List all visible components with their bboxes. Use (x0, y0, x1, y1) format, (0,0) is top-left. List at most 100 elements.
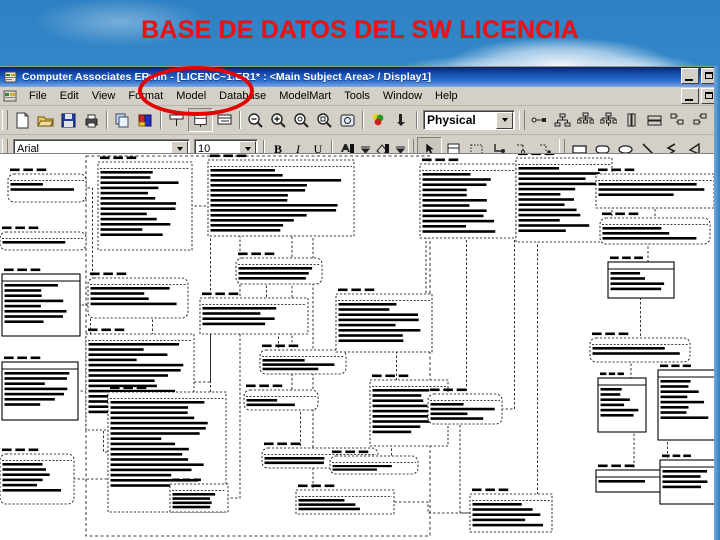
toolbar-grip[interactable] (2, 110, 8, 130)
attribute-microtext (100, 223, 171, 226)
entity-name-microtext (88, 328, 125, 332)
menu-item-tools[interactable]: Tools (338, 89, 377, 104)
drill-down-icon[interactable] (390, 109, 413, 131)
copy-icon[interactable] (111, 109, 134, 131)
diagram-canvas[interactable] (0, 153, 720, 540)
attribute-microtext (88, 348, 144, 351)
entity-name-microtext (100, 156, 137, 160)
erwin-application-window: Computer Associates ERwin - [LICENC~1.ER… (0, 66, 720, 540)
attribute-microtext (422, 193, 467, 197)
entity-name-microtext (246, 384, 283, 388)
menu-item-file[interactable]: File (23, 89, 54, 104)
menu-item-edit[interactable]: Edit (54, 89, 86, 104)
attribute-microtext (88, 369, 181, 372)
attribute-microtext (332, 465, 392, 468)
entity-name-microtext (262, 344, 299, 348)
zoom-selection-icon[interactable] (313, 109, 336, 131)
entity-name-microtext (598, 464, 635, 468)
align-vertical-icon[interactable] (620, 109, 643, 131)
toolbar-separator (160, 111, 162, 129)
zoom-actual-icon[interactable] (290, 109, 313, 131)
toolbar-separator (106, 111, 108, 129)
menu-item-view[interactable]: View (86, 89, 123, 104)
attribute-microtext (372, 394, 422, 397)
attribute-microtext (100, 207, 176, 210)
distribute-horizontal-icon[interactable] (689, 109, 712, 131)
diagram-entity (199, 292, 309, 335)
document-minimize-button[interactable] (681, 88, 699, 104)
distribute-vertical-icon[interactable] (666, 109, 689, 131)
color-palette-icon[interactable] (367, 109, 390, 131)
attribute-microtext (472, 503, 522, 506)
entity-name-microtext (110, 386, 147, 390)
attribute-microtext (298, 503, 356, 506)
attribute-microtext (602, 237, 697, 240)
attribute-microtext (592, 347, 665, 350)
attribute-microtext (372, 430, 412, 434)
page-title: BASE DE DATOS DEL SW LICENCIA (141, 16, 579, 44)
attribute-microtext (472, 518, 526, 522)
zoom-in-icon[interactable] (267, 109, 290, 131)
align-horizontal-icon[interactable] (643, 109, 666, 131)
attribute-microtext (210, 204, 338, 207)
model-mode-select[interactable]: Physical (423, 110, 515, 130)
entity-name-microtext (472, 488, 509, 492)
attribute-microtext (100, 217, 157, 221)
attribute-microtext (422, 173, 471, 176)
er-diagram (0, 154, 720, 537)
attribute-microtext (518, 224, 590, 227)
attribute-microtext (100, 171, 153, 174)
diagram-entity (469, 488, 553, 533)
attribute-microtext (338, 308, 390, 311)
network-layout-icon[interactable] (597, 109, 620, 131)
attribute-level-icon[interactable] (188, 108, 213, 132)
attribute-microtext (210, 219, 294, 222)
open-folder-icon[interactable] (34, 109, 57, 131)
diagram-entity (0, 226, 87, 251)
attribute-microtext (660, 395, 688, 399)
menu-item-help[interactable]: Help (429, 89, 465, 104)
attribute-microtext (172, 497, 211, 500)
menu-item-format[interactable]: Format (122, 89, 170, 104)
attribute-microtext (4, 310, 67, 313)
menu-item-window[interactable]: Window (377, 89, 429, 104)
relationship-identifying-icon[interactable] (528, 109, 551, 131)
hierarchy-layout-icon[interactable] (551, 109, 574, 131)
zoom-out-icon[interactable] (244, 109, 267, 131)
entity-level-icon[interactable] (165, 109, 188, 131)
zoom-fit-icon[interactable] (336, 109, 359, 131)
slide-canvas: BASE DE DATOS DEL SW LICENCIA Computer A… (0, 0, 720, 540)
new-document-icon[interactable] (11, 109, 34, 131)
entity-name-microtext (660, 364, 691, 368)
attribute-microtext (338, 318, 419, 322)
paste-icon[interactable] (134, 109, 157, 131)
attribute-microtext (430, 412, 468, 416)
vertical-scroll-strip[interactable] (714, 66, 720, 540)
diagram-entity (235, 252, 323, 285)
chevron-down-icon[interactable] (496, 111, 513, 129)
print-icon[interactable] (80, 109, 103, 131)
attribute-microtext (110, 401, 205, 404)
tree-layout-icon[interactable] (574, 109, 597, 131)
attribute-microtext (172, 493, 216, 496)
menu-item-modelmart[interactable]: ModelMart (273, 89, 338, 104)
menu-item-model[interactable]: Model (170, 89, 213, 104)
minimize-button[interactable] (681, 68, 699, 84)
attribute-microtext (110, 406, 189, 409)
attribute-microtext (90, 297, 149, 300)
definition-level-icon[interactable] (213, 109, 236, 131)
attribute-microtext (2, 473, 50, 476)
attribute-microtext (262, 367, 319, 371)
entity-name-microtext (202, 292, 239, 296)
attribute-microtext (4, 284, 58, 287)
attribute-microtext (4, 392, 65, 396)
menu-item-database[interactable]: Database (213, 89, 273, 104)
attribute-microtext (598, 188, 705, 191)
menu-bar: File Edit View Format Model Database Mod… (0, 87, 720, 106)
save-disk-icon[interactable] (57, 109, 80, 131)
attribute-microtext (100, 186, 159, 190)
entity-name-microtext (2, 448, 39, 452)
attribute-microtext (372, 404, 428, 408)
attribute-microtext (4, 299, 64, 303)
toolbar-grip[interactable] (519, 110, 525, 130)
